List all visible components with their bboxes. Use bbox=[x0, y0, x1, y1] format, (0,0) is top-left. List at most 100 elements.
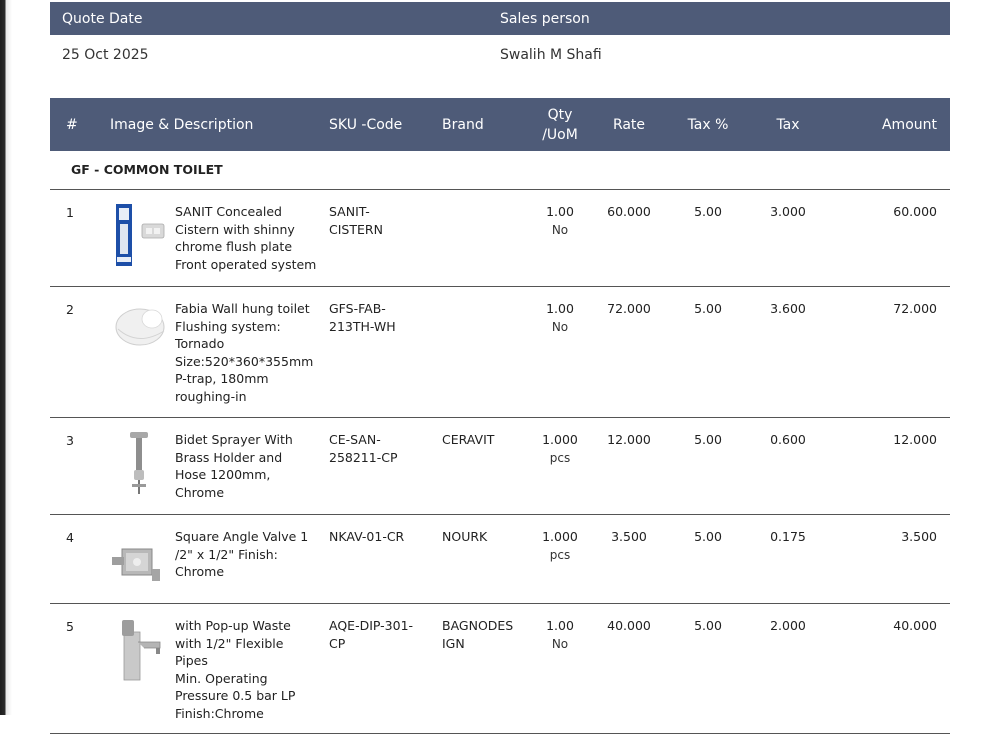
product-image-cell bbox=[100, 603, 175, 734]
table-row: 1 SANIT Concealed Cistern with shinny chrom… bbox=[50, 189, 950, 287]
description-line: Min. Operating bbox=[175, 670, 268, 686]
item-tax-pct: 5.00 bbox=[668, 417, 748, 515]
item-amount: 72.000 bbox=[828, 286, 950, 418]
concealed-cistern-image bbox=[116, 204, 165, 266]
item-tax: 0.600 bbox=[748, 417, 828, 515]
item-tax-pct: 5.00 bbox=[668, 514, 748, 604]
item-tax: 3.000 bbox=[748, 189, 828, 287]
description-line: Chrome bbox=[175, 564, 225, 579]
item-tax: 3.600 bbox=[748, 286, 828, 418]
table-row: 2 Fabia Wall hung toilet Flushing system: T… bbox=[50, 286, 950, 418]
product-image-cell bbox=[100, 286, 175, 418]
brand-line: IGN bbox=[442, 635, 465, 651]
item-brand: CERAVIT bbox=[442, 417, 530, 515]
item-qty: 1.00 No bbox=[530, 286, 590, 418]
col-header-brand: Brand bbox=[442, 98, 530, 151]
brand-line: NOURK bbox=[442, 529, 488, 544]
item-amount: 60.000 bbox=[828, 189, 950, 287]
description-line: Finish:Chrome bbox=[175, 705, 264, 721]
table-header-row: # Image & Description SKU -Code Brand Qt… bbox=[50, 98, 950, 151]
description-line: Square Angle Valve 1 bbox=[175, 529, 309, 544]
sku-line: CISTERN bbox=[329, 221, 383, 237]
item-tax: 0.175 bbox=[748, 514, 828, 604]
qty-value: 1.00 bbox=[546, 618, 574, 633]
sku-line: SANIT- bbox=[329, 204, 370, 219]
item-brand bbox=[442, 189, 530, 287]
qty-value: 1.000 bbox=[542, 432, 578, 447]
table-row: 4 Square Angle Valve 1/2" x 1/2" Finish: C… bbox=[50, 514, 950, 604]
quote-document: Quote Date Sales person 25 Oct 2025 Swal… bbox=[50, 2, 950, 734]
description-line: Flushing system: bbox=[175, 318, 281, 334]
uom-value: No bbox=[551, 319, 569, 334]
item-rate: 3.500 bbox=[590, 514, 668, 604]
section-title: GF - COMMON TOILET bbox=[50, 151, 950, 190]
item-description: Square Angle Valve 1/2" x 1/2" Finish: Ch… bbox=[175, 514, 329, 604]
col-header-qty-line2: /UoM bbox=[542, 126, 578, 143]
sku-line: 213TH-WH bbox=[329, 318, 396, 334]
description-line: SANIT Concealed bbox=[175, 204, 282, 219]
section-row: GF - COMMON TOILET bbox=[50, 151, 950, 190]
col-header-number: # bbox=[50, 98, 100, 151]
item-amount: 3.500 bbox=[828, 514, 950, 604]
item-qty: 1.000 pcs bbox=[530, 514, 590, 604]
row-number: 3 bbox=[50, 417, 100, 515]
item-sku: GFS-FAB- 213TH-WH bbox=[329, 286, 442, 418]
uom-value: No bbox=[551, 222, 569, 237]
sku-line: CE-SAN- bbox=[329, 432, 381, 447]
description-line: roughing-in bbox=[175, 388, 247, 404]
quote-date-label: Quote Date bbox=[62, 10, 143, 27]
viewer-left-edge bbox=[0, 0, 12, 715]
item-amount: 40.000 bbox=[828, 603, 950, 734]
item-qty: 1.000 pcs bbox=[530, 417, 590, 515]
angle-valve-image bbox=[112, 548, 160, 581]
col-header-qty-line1: Qty bbox=[547, 106, 573, 123]
row-number: 2 bbox=[50, 286, 100, 418]
col-header-sku: SKU -Code bbox=[329, 98, 442, 151]
item-tax-pct: 5.00 bbox=[668, 189, 748, 287]
item-description: Fabia Wall hung toilet Flushing system: To… bbox=[175, 286, 329, 418]
row-number: 5 bbox=[50, 603, 100, 734]
sku-line: CP bbox=[329, 635, 346, 651]
description-line: with 1/2" Flexible bbox=[175, 635, 284, 651]
item-description: Bidet Sprayer With Brass Holder and Hose 1… bbox=[175, 417, 329, 515]
description-line: P-trap, 180mm bbox=[175, 371, 269, 386]
description-line: Hose 1200mm, bbox=[175, 467, 271, 482]
description-line: /2" x 1/2" Finish: bbox=[175, 546, 278, 562]
table-row: 5 with Pop-up Waste with 1/2" Flexible Pipe… bbox=[50, 603, 950, 734]
description-line: Pipes bbox=[175, 653, 208, 668]
item-rate: 60.000 bbox=[590, 189, 668, 287]
description-line: chrome flush plate bbox=[175, 239, 293, 254]
description-line: Bidet Sprayer With bbox=[175, 432, 293, 447]
sku-line: NKAV-01-CR bbox=[329, 529, 405, 544]
item-qty: 1.00 No bbox=[530, 189, 590, 287]
item-qty: 1.00 No bbox=[530, 603, 590, 734]
description-line: Chrome bbox=[175, 484, 225, 500]
sales-person-label: Sales person bbox=[500, 10, 590, 27]
quote-date-value: 25 Oct 2025 bbox=[62, 47, 149, 63]
brand-line: CERAVIT bbox=[442, 432, 495, 447]
qty-value: 1.00 bbox=[546, 301, 574, 316]
row-number: 1 bbox=[50, 189, 100, 287]
description-line: Size:520*360*355mm bbox=[175, 353, 314, 369]
item-tax: 2.000 bbox=[748, 603, 828, 734]
line-items-table: # Image & Description SKU -Code Brand Qt… bbox=[50, 98, 950, 734]
meta-header-row: Quote Date Sales person bbox=[50, 2, 950, 35]
wall-hung-toilet-image bbox=[115, 308, 165, 346]
qty-value: 1.00 bbox=[546, 204, 574, 219]
item-sku: NKAV-01-CR bbox=[329, 514, 442, 604]
table-row: 3 Bidet Sprayer With Brass Holder and Hose … bbox=[50, 417, 950, 515]
item-sku: CE-SAN- 258211-CP bbox=[329, 417, 442, 515]
item-description: with Pop-up Waste with 1/2" Flexible Pipes… bbox=[175, 603, 329, 734]
item-brand bbox=[442, 286, 530, 418]
product-image-cell bbox=[100, 514, 175, 604]
item-sku: AQE-DIP-301- CP bbox=[329, 603, 442, 734]
sales-person-value: Swalih M Shafi bbox=[500, 47, 602, 63]
product-image-cell bbox=[100, 417, 175, 515]
sku-line: GFS-FAB- bbox=[329, 301, 386, 316]
col-header-qty: Qty /UoM bbox=[530, 98, 590, 151]
item-rate: 40.000 bbox=[590, 603, 668, 734]
col-header-tax-pct: Tax % bbox=[668, 98, 748, 151]
item-brand: NOURK bbox=[442, 514, 530, 604]
uom-value: pcs bbox=[549, 450, 571, 465]
item-tax-pct: 5.00 bbox=[668, 603, 748, 734]
